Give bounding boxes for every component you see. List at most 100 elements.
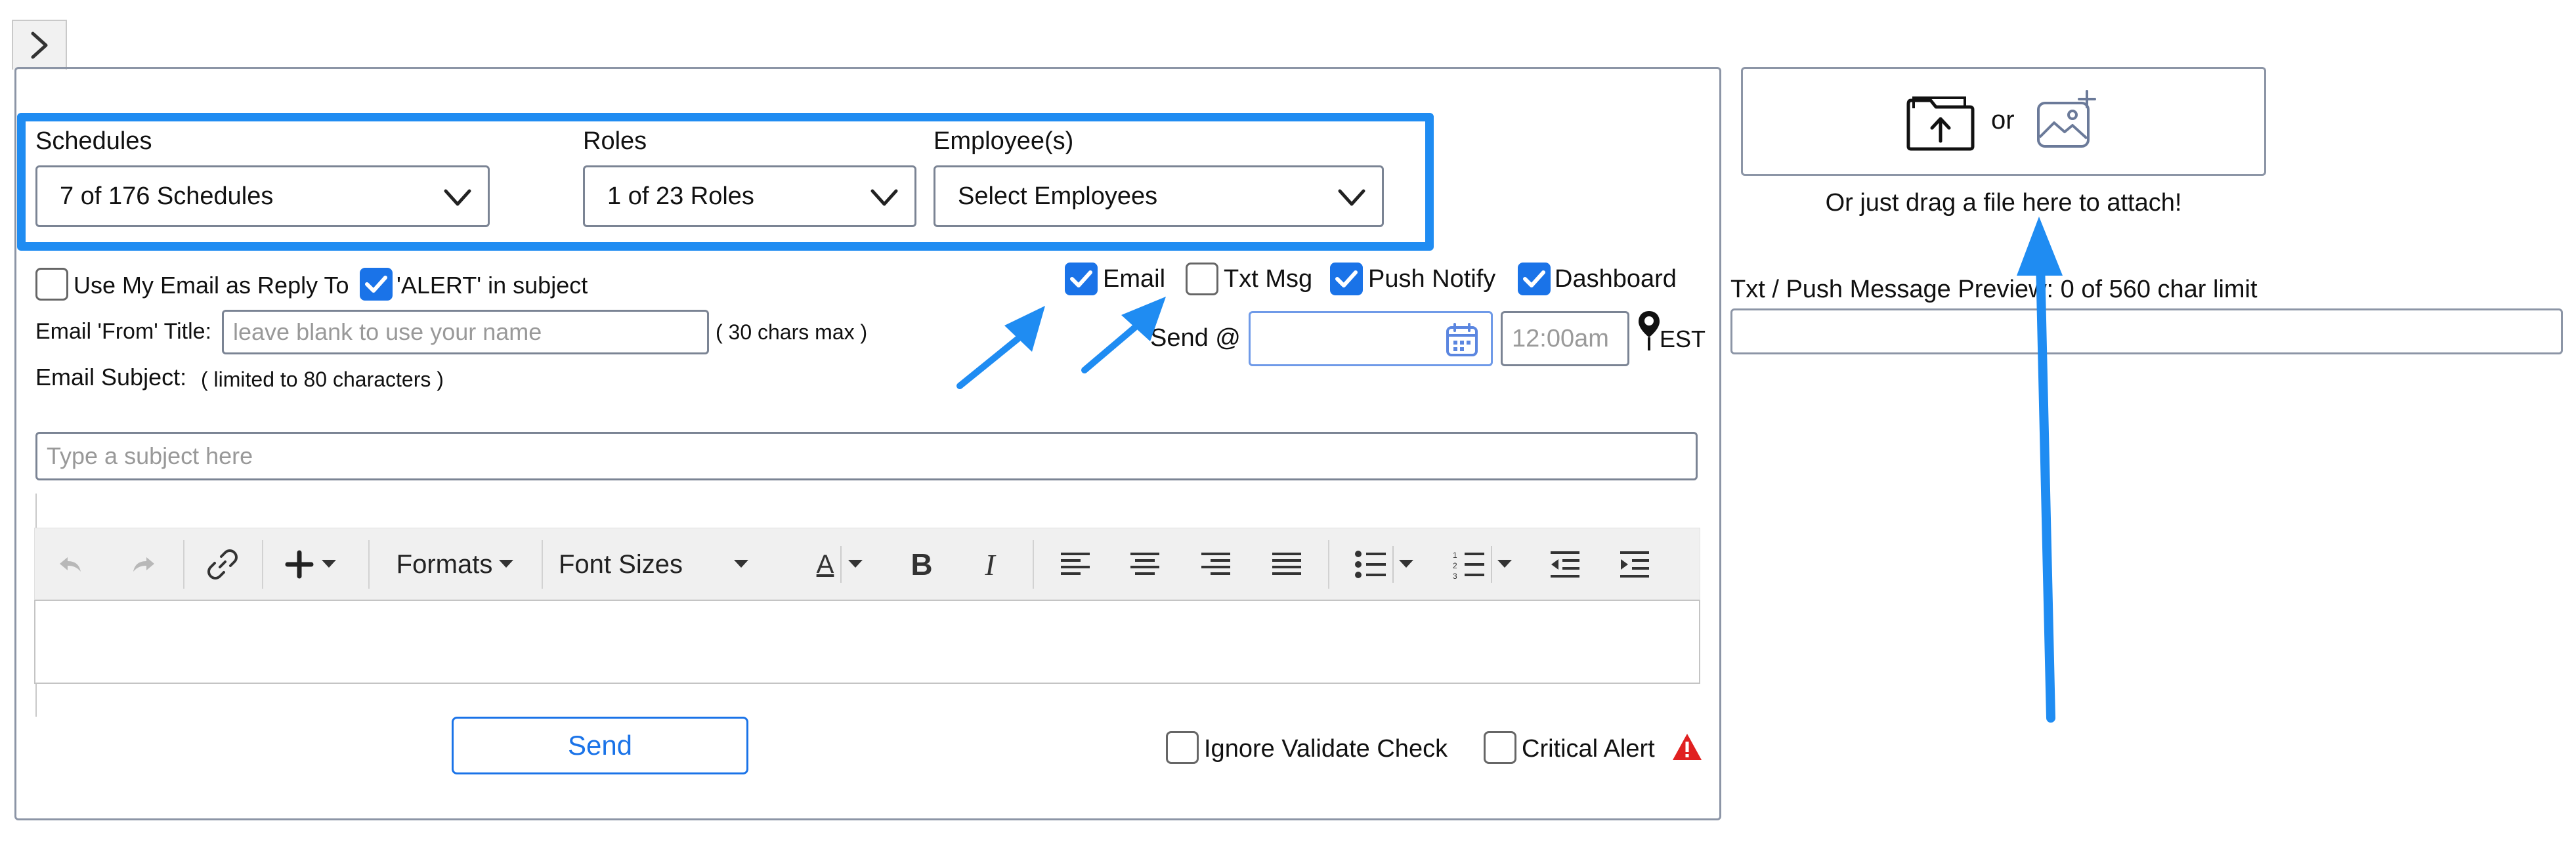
warning-icon [1673, 734, 1702, 760]
drag-file-hint: Or just drag a file here to attach! [1825, 189, 2182, 217]
txt-msg-channel-label: Txt Msg [1224, 265, 1313, 293]
caret-down-icon [1497, 560, 1512, 568]
svg-text:2: 2 [1453, 561, 1457, 570]
italic-button[interactable]: I [967, 528, 1013, 601]
formats-label: Formats [396, 549, 493, 579]
checkmark-icon [1335, 270, 1358, 287]
ignore-validate-checkbox[interactable] [1166, 731, 1199, 764]
align-justify-icon [1272, 553, 1301, 575]
subject-hint: ( limited to 80 characters ) [201, 368, 444, 391]
align-center-button[interactable] [1122, 528, 1168, 601]
caret-down-icon [322, 560, 336, 568]
chevron-right-icon [31, 32, 48, 59]
font-color-glyph: A [816, 549, 834, 579]
use-my-email-checkbox[interactable] [35, 268, 68, 301]
dashboard-channel-checkbox[interactable] [1518, 263, 1551, 295]
toolbar-separator [1328, 540, 1329, 589]
subject-placeholder: Type a subject here [47, 442, 253, 469]
location-pin-icon [1639, 311, 1660, 350]
from-title-placeholder: leave blank to use your name [233, 318, 542, 345]
add-image-icon[interactable] [2034, 89, 2097, 152]
plus-icon [285, 550, 314, 579]
svg-text:1: 1 [1453, 551, 1457, 560]
calendar-icon[interactable] [1445, 322, 1479, 358]
ignore-validate-label: Ignore Validate Check [1204, 735, 1448, 763]
align-right-button[interactable] [1193, 528, 1239, 601]
insert-menu-button[interactable] [276, 528, 345, 601]
redo-button[interactable] [124, 528, 163, 601]
timezone-label: EST [1660, 326, 1706, 352]
toolbar-separator [542, 540, 543, 589]
bullet-list-button[interactable] [1341, 528, 1427, 601]
send-button-label: Send [567, 730, 633, 761]
align-left-button[interactable] [1052, 528, 1098, 601]
undo-button[interactable] [51, 528, 90, 601]
redo-icon [133, 557, 154, 572]
txt-msg-channel-checkbox[interactable] [1186, 263, 1218, 295]
message-editor[interactable] [34, 600, 1700, 684]
use-my-email-label: Use My Email as Reply To [74, 272, 349, 299]
toolbar-separator [262, 540, 263, 589]
editor-toolbar: Formats Font Sizes A B I 1 2 3 [34, 528, 1700, 600]
attachment-dropzone[interactable]: or [1741, 67, 2266, 176]
bold-icon: B [911, 547, 933, 581]
undo-icon [60, 557, 81, 572]
insert-link-button[interactable] [196, 528, 249, 601]
email-channel-label: Email [1103, 265, 1166, 293]
upload-folder-icon[interactable] [1904, 91, 1977, 152]
subject-label: Email Subject: [35, 364, 187, 390]
checkmark-icon [365, 276, 387, 293]
bullet-list-icon [1355, 551, 1386, 578]
svg-text:3: 3 [1453, 572, 1457, 579]
critical-alert-checkbox[interactable] [1484, 731, 1516, 764]
formats-dropdown[interactable]: Formats [376, 528, 534, 601]
checkmark-icon [1070, 270, 1092, 287]
email-channel-checkbox[interactable] [1065, 263, 1098, 295]
link-icon [207, 549, 238, 580]
send-time-input[interactable]: 12:00am [1501, 311, 1629, 366]
toolbar-separator [368, 540, 370, 589]
numbered-list-button[interactable]: 1 2 3 [1440, 528, 1525, 601]
caret-down-icon [499, 560, 514, 568]
font-color-icon: A [817, 550, 834, 580]
toolbar-separator [183, 540, 184, 589]
numbered-list-icon: 1 2 3 [1453, 551, 1484, 579]
indent-button[interactable] [1612, 528, 1658, 601]
toolbar-separator [1033, 540, 1034, 589]
italic-icon: I [985, 547, 995, 581]
caret-down-icon [733, 560, 748, 568]
split-divider [1392, 546, 1394, 583]
push-notify-channel-label: Push Notify [1368, 265, 1496, 293]
attach-or-text: or [1991, 106, 2015, 135]
font-sizes-label: Font Sizes [559, 549, 683, 579]
split-divider [1491, 546, 1492, 583]
message-preview-field [1730, 308, 2563, 354]
sidebar-toggle-button[interactable] [12, 20, 67, 70]
split-divider [840, 546, 842, 583]
caret-down-icon [848, 560, 863, 568]
send-time-placeholder: 12:00am [1512, 324, 1609, 352]
send-button[interactable]: Send [452, 717, 748, 774]
indent-icon [1620, 551, 1649, 578]
font-color-button[interactable]: A [800, 528, 879, 601]
from-title-hint: ( 30 chars max ) [716, 320, 868, 344]
align-right-icon [1201, 553, 1230, 575]
align-left-icon [1061, 553, 1090, 575]
font-sizes-dropdown[interactable]: Font Sizes [559, 528, 808, 601]
align-justify-button[interactable] [1264, 528, 1310, 601]
from-title-input[interactable]: leave blank to use your name [222, 310, 709, 354]
bold-button[interactable]: B [899, 528, 945, 601]
caret-down-icon [1399, 560, 1413, 568]
from-title-label: Email 'From' Title: [35, 319, 212, 344]
outdent-icon [1551, 551, 1579, 578]
align-center-icon [1130, 553, 1159, 575]
preview-label: Txt / Push Message Preview: 0 of 560 cha… [1730, 276, 2258, 303]
alert-subject-label: 'ALERT' in subject [397, 272, 588, 299]
send-date-input[interactable] [1249, 311, 1493, 366]
checkmark-icon [1523, 270, 1545, 287]
dashboard-channel-label: Dashboard [1555, 265, 1677, 293]
alert-subject-checkbox[interactable] [360, 268, 393, 301]
push-notify-channel-checkbox[interactable] [1330, 263, 1363, 295]
outdent-button[interactable] [1542, 528, 1588, 601]
subject-input[interactable]: Type a subject here [35, 432, 1698, 480]
